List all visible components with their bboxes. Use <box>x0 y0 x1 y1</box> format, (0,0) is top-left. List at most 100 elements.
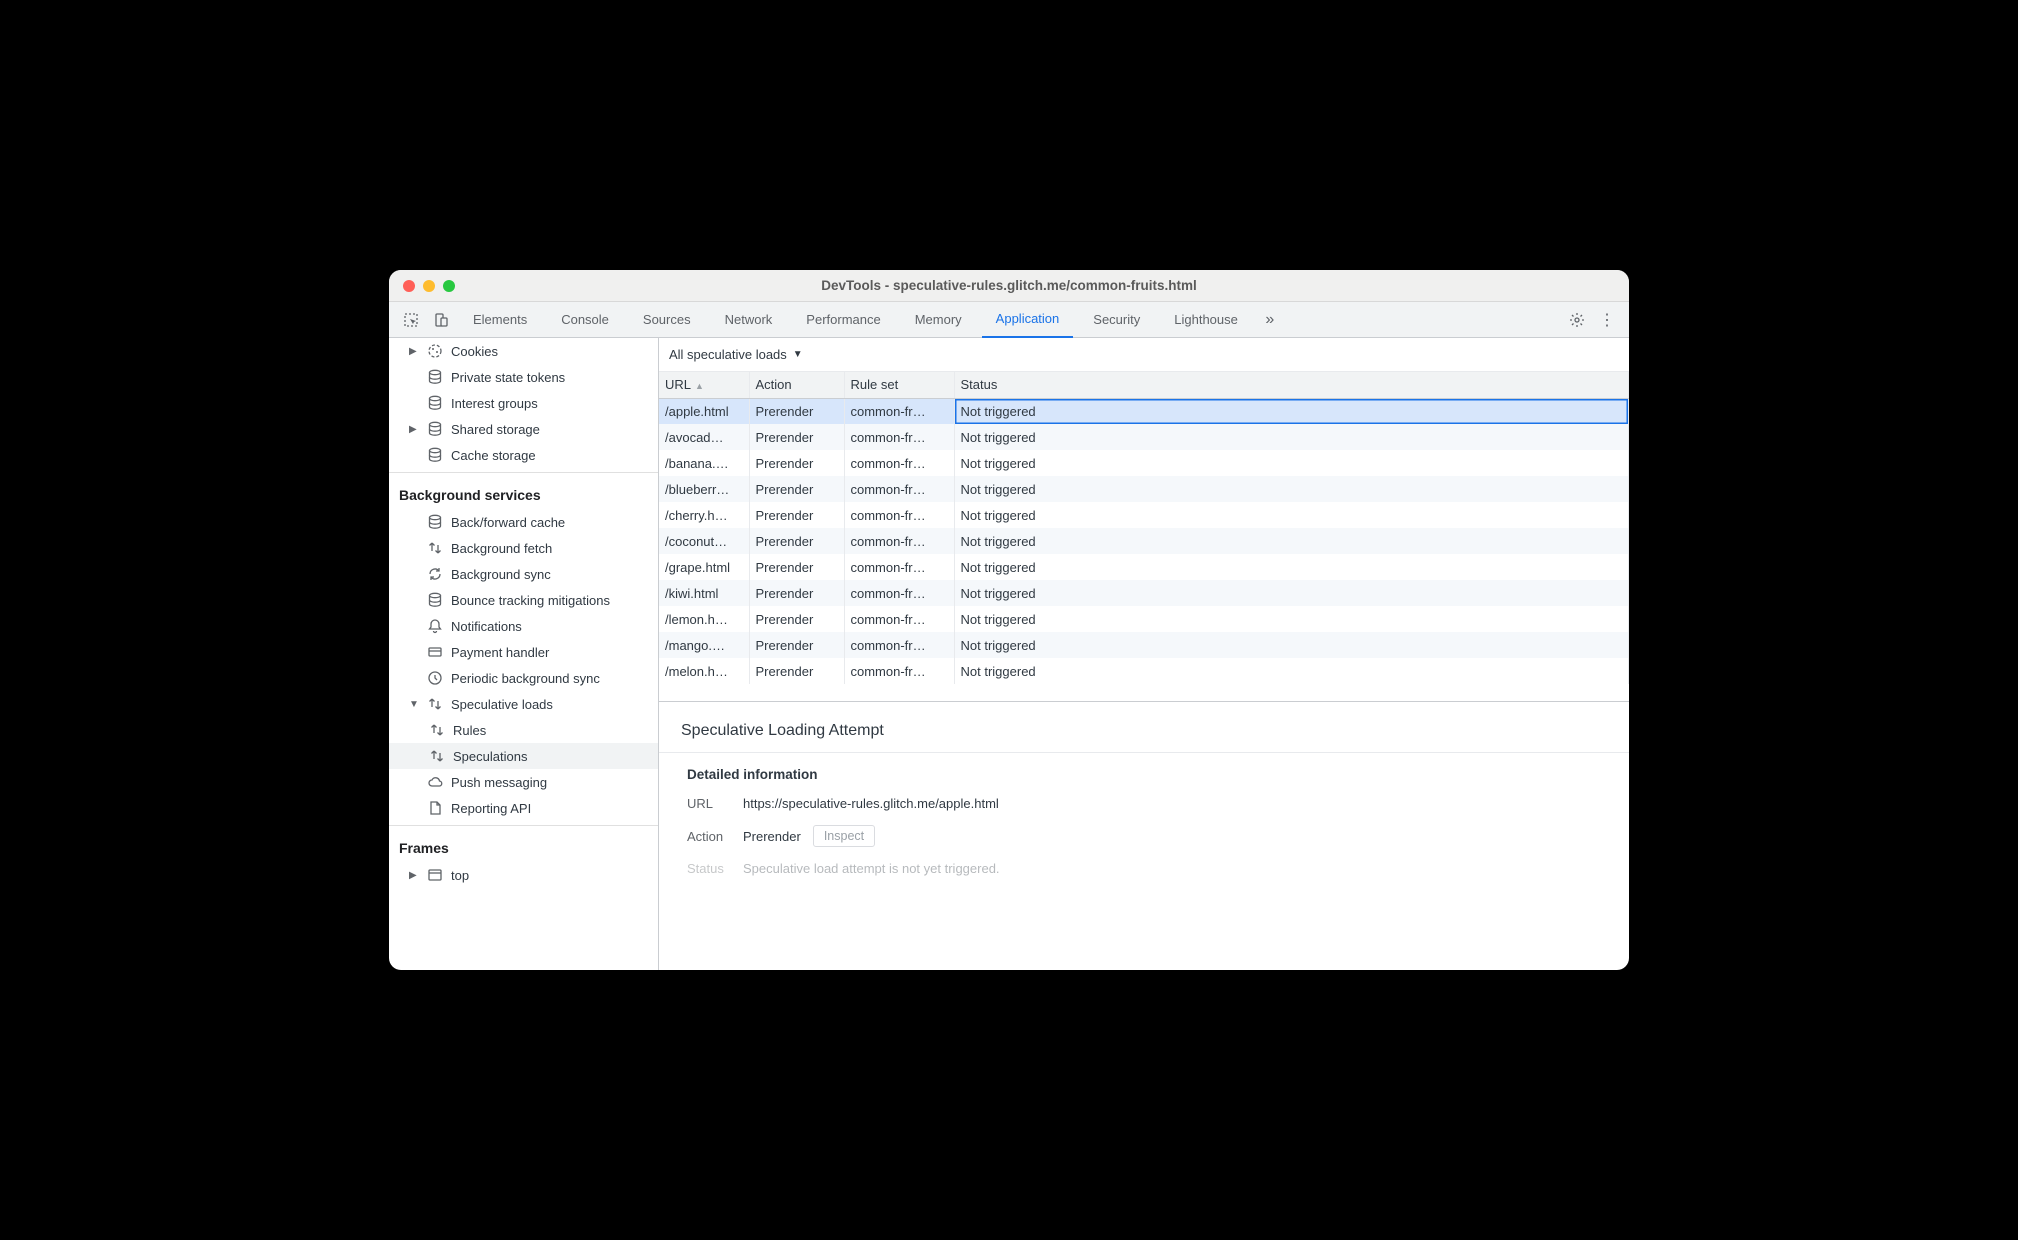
filter-dropdown[interactable]: All speculative loads ▼ <box>659 338 1629 372</box>
table-cell-ruleset: common-fr… <box>844 658 954 684</box>
maximize-window-button[interactable] <box>443 280 455 292</box>
table-row[interactable]: /grape.htmlPrerendercommon-fr…Not trigge… <box>659 554 1629 580</box>
table-cell-action: Prerender <box>749 450 844 476</box>
sidebar-item-frame-top[interactable]: ▶ top <box>389 862 658 888</box>
cookie-icon <box>427 343 443 359</box>
table-cell-action: Prerender <box>749 554 844 580</box>
sidebar-item-notifications[interactable]: Notifications <box>389 613 658 639</box>
sidebar-item-label: Shared storage <box>451 422 540 437</box>
database-icon <box>427 514 443 530</box>
details-status-label: Status <box>687 861 743 876</box>
sidebar-item-label: Private state tokens <box>451 370 565 385</box>
minimize-window-button[interactable] <box>423 280 435 292</box>
tab-performance[interactable]: Performance <box>792 302 894 338</box>
document-icon <box>427 800 443 816</box>
details-panel: Speculative Loading Attempt Detailed inf… <box>659 702 1629 970</box>
sidebar-item-cache-storage[interactable]: Cache storage <box>389 442 658 468</box>
table-row[interactable]: /melon.h…Prerendercommon-fr…Not triggere… <box>659 658 1629 684</box>
more-tabs-icon[interactable]: » <box>1258 308 1282 332</box>
tab-console[interactable]: Console <box>547 302 623 338</box>
sync-icon <box>427 566 443 582</box>
table-cell-url: /blueberr… <box>659 476 749 502</box>
tab-memory[interactable]: Memory <box>901 302 976 338</box>
database-icon <box>427 369 443 385</box>
sidebar-item-label: Bounce tracking mitigations <box>451 593 610 608</box>
table-cell-status: Not triggered <box>954 398 1629 424</box>
sidebar-item-speculative-loads[interactable]: ▼ Speculative loads <box>389 691 658 717</box>
sidebar-item-rules[interactable]: Rules <box>389 717 658 743</box>
table-cell-ruleset: common-fr… <box>844 450 954 476</box>
sidebar-item-bounce-tracking[interactable]: Bounce tracking mitigations <box>389 587 658 613</box>
tab-sources[interactable]: Sources <box>629 302 705 338</box>
tab-network[interactable]: Network <box>711 302 787 338</box>
sidebar-item-background-sync[interactable]: Background sync <box>389 561 658 587</box>
table-row[interactable]: /apple.htmlPrerendercommon-fr…Not trigge… <box>659 398 1629 424</box>
table-row[interactable]: /mango.…Prerendercommon-fr…Not triggered <box>659 632 1629 658</box>
sidebar-item-payment-handler[interactable]: Payment handler <box>389 639 658 665</box>
settings-icon[interactable] <box>1565 308 1589 332</box>
table-cell-ruleset: common-fr… <box>844 398 954 424</box>
database-icon <box>427 395 443 411</box>
sidebar-item-reporting-api[interactable]: Reporting API <box>389 795 658 821</box>
table-cell-action: Prerender <box>749 580 844 606</box>
details-url-label: URL <box>687 796 743 811</box>
devtools-window: DevTools - speculative-rules.glitch.me/c… <box>389 270 1629 970</box>
table-cell-status: Not triggered <box>954 606 1629 632</box>
sidebar-item-periodic-sync[interactable]: Periodic background sync <box>389 665 658 691</box>
table-row[interactable]: /blueberr…Prerendercommon-fr…Not trigger… <box>659 476 1629 502</box>
table-cell-status: Not triggered <box>954 658 1629 684</box>
devtools-tabs: Elements Console Sources Network Perform… <box>389 302 1629 338</box>
table-cell-ruleset: common-fr… <box>844 424 954 450</box>
table-cell-ruleset: common-fr… <box>844 502 954 528</box>
table-row[interactable]: /kiwi.htmlPrerendercommon-fr…Not trigger… <box>659 580 1629 606</box>
table-row[interactable]: /coconut…Prerendercommon-fr…Not triggere… <box>659 528 1629 554</box>
sidebar-item-push-messaging[interactable]: Push messaging <box>389 769 658 795</box>
column-header-ruleset[interactable]: Rule set <box>844 372 954 398</box>
table-cell-action: Prerender <box>749 502 844 528</box>
column-header-url[interactable]: URL▲ <box>659 372 749 398</box>
table-row[interactable]: /banana.…Prerendercommon-fr…Not triggere… <box>659 450 1629 476</box>
column-header-status[interactable]: Status <box>954 372 1629 398</box>
sidebar-item-cookies[interactable]: ▶ Cookies <box>389 338 658 364</box>
tab-security[interactable]: Security <box>1079 302 1154 338</box>
transfer-icon <box>427 696 443 712</box>
sidebar-item-bfcache[interactable]: Back/forward cache <box>389 509 658 535</box>
table-cell-action: Prerender <box>749 528 844 554</box>
table-cell-url: /lemon.h… <box>659 606 749 632</box>
table-row[interactable]: /avocad…Prerendercommon-fr…Not triggered <box>659 424 1629 450</box>
column-header-action[interactable]: Action <box>749 372 844 398</box>
sidebar-item-shared-storage[interactable]: ▶ Shared storage <box>389 416 658 442</box>
filter-label: All speculative loads <box>669 347 787 362</box>
tab-elements[interactable]: Elements <box>459 302 541 338</box>
tab-application[interactable]: Application <box>982 302 1074 338</box>
sidebar-item-label: Speculations <box>453 749 527 764</box>
table-row[interactable]: /lemon.h…Prerendercommon-fr…Not triggere… <box>659 606 1629 632</box>
table-cell-status: Not triggered <box>954 424 1629 450</box>
details-heading: Detailed information <box>681 767 1607 782</box>
table-cell-url: /apple.html <box>659 398 749 424</box>
sidebar-item-label: top <box>451 868 469 883</box>
inspect-element-icon[interactable] <box>399 308 423 332</box>
sidebar-item-label: Payment handler <box>451 645 549 660</box>
close-window-button[interactable] <box>403 280 415 292</box>
database-icon <box>427 447 443 463</box>
tab-lighthouse[interactable]: Lighthouse <box>1160 302 1252 338</box>
sidebar-item-background-fetch[interactable]: Background fetch <box>389 535 658 561</box>
inspect-button[interactable]: Inspect <box>813 825 875 847</box>
chevron-down-icon: ▼ <box>793 349 803 360</box>
sidebar-item-label: Cache storage <box>451 448 536 463</box>
kebab-menu-icon[interactable]: ⋮ <box>1595 308 1619 332</box>
table-row[interactable]: /cherry.h…Prerendercommon-fr…Not trigger… <box>659 502 1629 528</box>
table-cell-ruleset: common-fr… <box>844 554 954 580</box>
sidebar-item-speculations[interactable]: Speculations <box>389 743 658 769</box>
device-toolbar-icon[interactable] <box>429 308 453 332</box>
table-cell-ruleset: common-fr… <box>844 606 954 632</box>
cloud-icon <box>427 774 443 790</box>
details-action-value: Prerender <box>743 829 801 844</box>
table-cell-url: /grape.html <box>659 554 749 580</box>
sidebar-item-private-state-tokens[interactable]: Private state tokens <box>389 364 658 390</box>
details-title: Speculative Loading Attempt <box>681 722 1607 740</box>
sidebar-item-interest-groups[interactable]: Interest groups <box>389 390 658 416</box>
details-url-value: https://speculative-rules.glitch.me/appl… <box>743 796 999 811</box>
table-cell-url: /coconut… <box>659 528 749 554</box>
